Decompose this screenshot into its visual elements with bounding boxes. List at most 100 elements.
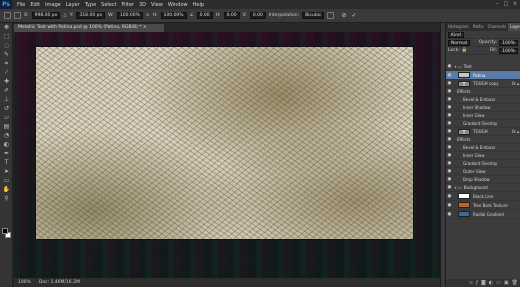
document-tab-close-icon[interactable]: ×	[143, 25, 147, 30]
new-adjustment-icon[interactable]: ◐	[489, 280, 493, 286]
link-layers-icon[interactable]: ∞	[469, 280, 473, 286]
effect-row[interactable]: ● Inner Shadow	[446, 104, 520, 112]
visibility-eye-icon[interactable]: ●	[446, 89, 453, 94]
menu-help[interactable]: Help	[193, 2, 204, 8]
marquee-tool-icon[interactable]: ⬚	[0, 32, 13, 41]
gradient-tool-icon[interactable]: ▤	[0, 122, 13, 131]
kind-filter-select[interactable]: Kind	[448, 31, 464, 38]
visibility-eye-icon[interactable]: ●	[446, 73, 453, 78]
layer-row[interactable]: ● Tree Bark Texture	[446, 201, 520, 210]
menu-file[interactable]: File	[17, 2, 25, 8]
menu-select[interactable]: Select	[101, 2, 116, 8]
visibility-eye-icon[interactable]: ●	[446, 97, 453, 102]
blur-tool-icon[interactable]: ◔	[0, 131, 13, 140]
effect-row[interactable]: ● Gradient Overlay	[446, 120, 520, 128]
fx-icon[interactable]: fx ▴	[512, 129, 519, 134]
menu-filter[interactable]: Filter	[122, 2, 134, 8]
tab-paths[interactable]: Paths	[471, 23, 486, 31]
opacity-input[interactable]: 100%	[499, 39, 518, 46]
layer-row[interactable]: ● T TOUGH fx ▴	[446, 128, 520, 136]
visibility-eye-icon[interactable]: ●	[446, 64, 453, 69]
visibility-eye-icon[interactable]: ●	[446, 153, 453, 158]
layer-row[interactable]: ● Radial Gradient	[446, 210, 520, 219]
maximize-button[interactable]: □	[503, 1, 509, 7]
angle-input[interactable]: 0.00	[196, 12, 213, 19]
document-tab[interactable]: Metallic Text with Patina.psd @ 100% (Pa…	[14, 24, 164, 32]
layer-row[interactable]: ● T TOUGH copy fx ▴	[446, 80, 520, 88]
visibility-eye-icon[interactable]: ●	[446, 137, 453, 142]
visibility-eye-icon[interactable]: ●	[446, 203, 453, 208]
tab-histogram[interactable]: Histogram	[446, 23, 471, 31]
blend-mode-select[interactable]: Normal	[448, 39, 471, 46]
crop-tool-icon[interactable]: ⌗	[0, 59, 13, 68]
quick-select-tool-icon[interactable]: ✎	[0, 50, 13, 59]
menu-window[interactable]: Window	[168, 2, 188, 8]
visibility-eye-icon[interactable]: ●	[446, 145, 453, 150]
type-tool-icon[interactable]: T	[0, 158, 13, 167]
menu-3d[interactable]: 3D	[139, 2, 146, 8]
effects-header[interactable]: ● Effects	[446, 136, 520, 144]
visibility-eye-icon[interactable]: ●	[446, 105, 453, 110]
height-input[interactable]: 100.00%	[160, 12, 187, 19]
fx-icon[interactable]: fx ▴	[512, 81, 519, 86]
new-group-icon[interactable]: ▭	[496, 280, 501, 286]
effect-row[interactable]: ● Inner Glow	[446, 152, 520, 160]
commit-transform-icon[interactable]: ✓	[351, 12, 356, 19]
fill-input[interactable]: 100%	[499, 47, 518, 54]
healing-tool-icon[interactable]: ✚	[0, 77, 13, 86]
visibility-eye-icon[interactable]: ●	[446, 185, 453, 190]
document-canvas-area[interactable]	[14, 32, 440, 278]
x-input[interactable]: 998.00 px	[31, 12, 61, 19]
visibility-eye-icon[interactable]: ●	[446, 113, 453, 118]
menu-edit[interactable]: Edit	[30, 2, 40, 8]
eraser-tool-icon[interactable]: ▱	[0, 113, 13, 122]
layer-row[interactable]: ● ▾ ▭ Text	[446, 63, 520, 71]
warp-icon[interactable]	[327, 12, 335, 19]
effect-row[interactable]: ● Gradient Overlay	[446, 160, 520, 168]
menu-layer[interactable]: Layer	[66, 2, 80, 8]
lasso-tool-icon[interactable]: ◌	[0, 41, 13, 50]
y-input[interactable]: 318.00 px	[76, 12, 106, 19]
layer-row[interactable]: ● Black Line	[446, 192, 520, 201]
dodge-tool-icon[interactable]: ◐	[0, 140, 13, 149]
visibility-eye-icon[interactable]: ●	[446, 121, 453, 126]
visibility-eye-icon[interactable]: ●	[446, 194, 453, 199]
v-skew-input[interactable]: 0.00	[249, 12, 266, 19]
foreground-color-swatch[interactable]	[2, 228, 8, 234]
reference-point-icon[interactable]	[14, 12, 21, 19]
stamp-tool-icon[interactable]: ⊥	[0, 95, 13, 104]
zoom-tool-icon[interactable]: ⚲	[0, 194, 13, 203]
color-swatches[interactable]	[2, 228, 12, 240]
hand-tool-icon[interactable]: ✋	[0, 185, 13, 194]
pen-tool-icon[interactable]: ✒	[0, 149, 13, 158]
transform-tool-icon[interactable]	[4, 12, 11, 19]
width-input[interactable]: 100.00%	[116, 12, 143, 19]
add-mask-icon[interactable]: ◙	[481, 280, 486, 286]
effect-row[interactable]: ● Drop Shadow	[446, 176, 520, 184]
menu-view[interactable]: View	[151, 2, 163, 8]
h-skew-input[interactable]: 0.00	[223, 12, 240, 19]
layer-row[interactable]: ● Patina	[446, 71, 520, 80]
visibility-eye-icon[interactable]: ●	[446, 81, 453, 86]
link-icon[interactable]: ∞	[146, 13, 150, 18]
effect-row[interactable]: ● Bevel & Emboss	[446, 96, 520, 104]
brush-tool-icon[interactable]: ✐	[0, 86, 13, 95]
patina-layer-canvas[interactable]	[36, 47, 413, 239]
tab-layers[interactable]: Layers	[508, 23, 520, 31]
cancel-transform-icon[interactable]: ⊘	[341, 12, 346, 19]
move-tool-icon[interactable]: ✥	[0, 23, 13, 32]
visibility-eye-icon[interactable]: ●	[446, 169, 453, 174]
menu-image[interactable]: Image	[45, 2, 61, 8]
trash-icon[interactable]: 🗑	[512, 280, 518, 286]
path-select-tool-icon[interactable]: ➤	[0, 167, 13, 176]
effect-row[interactable]: ● Inner Glow	[446, 112, 520, 120]
layer-row[interactable]: ● ▾ ▭ Background	[446, 184, 520, 192]
visibility-eye-icon[interactable]: ●	[446, 177, 453, 182]
history-brush-tool-icon[interactable]: ↺	[0, 104, 13, 113]
eyedropper-tool-icon[interactable]: ⁄	[0, 68, 13, 77]
menu-type[interactable]: Type	[85, 2, 96, 8]
tab-channels[interactable]: Channels	[486, 23, 509, 31]
interpolation-select[interactable]: Bicubic	[302, 12, 325, 19]
shape-tool-icon[interactable]: ▭	[0, 176, 13, 185]
visibility-eye-icon[interactable]: ●	[446, 129, 453, 134]
